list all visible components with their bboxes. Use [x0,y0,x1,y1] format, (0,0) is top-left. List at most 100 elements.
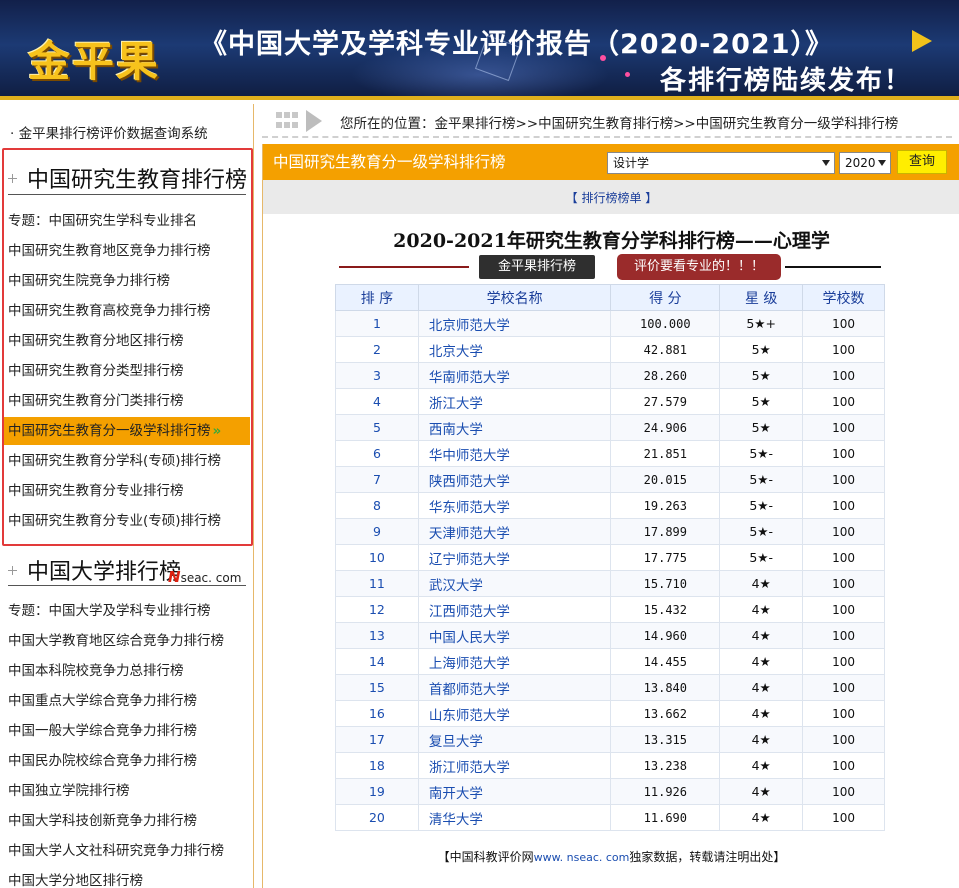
title-divider-right [785,266,881,268]
table-row: 7 陕西师范大学 20.015 5★- 100 [335,466,885,493]
banner-logo[interactable]: 金平果 [28,28,160,89]
sidebar: · 金平果排行榜评价数据查询系统 中国研究生教育排行榜 专题：中国研究生学科专业… [0,104,254,888]
jinpingguo-badge[interactable]: 金平果排行榜 [479,255,595,279]
score-cell: 21.851 [610,440,721,467]
school-link[interactable]: 华东师范大学 [417,492,612,519]
school-link[interactable]: 天津师范大学 [417,518,612,545]
score-cell: 13.662 [610,700,721,727]
ranking-list-link[interactable]: 【 排行榜榜单 】 [263,189,959,206]
star-rating: 4★ [719,570,804,597]
star-rating: 5★- [719,518,804,545]
score-cell: 14.960 [610,622,721,649]
table-row: 6 华中师范大学 21.851 5★- 100 [335,440,885,467]
sidebar-item-uni-humanities[interactable]: 中国大学人文社科研究竞争力排行榜 [4,837,250,865]
school-link[interactable]: 华中师范大学 [417,440,612,467]
sidebar-item-uni-key[interactable]: 中国重点大学综合竞争力排行榜 [4,687,250,715]
section-divider [8,194,246,195]
school-link[interactable]: 武汉大学 [417,570,612,597]
school-count-cell: 100 [802,648,885,675]
rank-cell: 18 [335,752,419,779]
school-link[interactable]: 浙江大学 [417,388,612,415]
sidebar-item-grad-first-level[interactable]: 中国研究生教育分一级学科排行榜» [4,417,250,445]
score-cell: 17.899 [610,518,721,545]
subject-select[interactable]: 设计学 [607,152,835,174]
star-rating: 5★- [719,492,804,519]
nseac-logo: Nseac. com [168,568,242,586]
sidebar-item-grad-discipline-prof[interactable]: 中国研究生教育分学科(专硕)排行榜 [4,447,250,475]
school-link[interactable]: 北京大学 [417,336,612,363]
rank-cell: 15 [335,674,419,701]
table-row: 3 华南师范大学 28.260 5★ 100 [335,362,885,389]
star-rating: 5★- [719,544,804,571]
school-link[interactable]: 西南大学 [417,414,612,441]
score-cell: 19.263 [610,492,721,519]
school-link[interactable]: 清华大学 [417,804,612,831]
rank-cell: 20 [335,804,419,831]
sidebar-item-grad-region[interactable]: 中国研究生教育地区竞争力排行榜 [4,237,250,265]
school-link[interactable]: 山东师范大学 [417,700,612,727]
university-section-title: 中国大学排行榜 [8,554,181,586]
sidebar-item-grad-by-region[interactable]: 中国研究生教育分地区排行榜 [4,327,250,355]
sidebar-item-uni-general[interactable]: 中国一般大学综合竞争力排行榜 [4,717,250,745]
plus-bullet-icon [8,565,17,575]
school-link[interactable]: 中国人民大学 [417,622,612,649]
sidebar-item-uni-undergrad[interactable]: 中国本科院校竞争力总排行榜 [4,657,250,685]
score-cell: 20.015 [610,466,721,493]
sidebar-item-grad-major[interactable]: 中国研究生教育分专业排行榜 [4,477,250,505]
sidebar-item-grad-major-prof[interactable]: 中国研究生教育分专业(专硕)排行榜 [4,507,250,535]
school-count-cell: 100 [802,492,885,519]
school-link[interactable]: 浙江师范大学 [417,752,612,779]
rank-cell: 5 [335,414,419,441]
query-button[interactable]: 查询 [897,150,947,174]
section-divider [8,585,246,586]
table-row: 12 江西师范大学 15.432 4★ 100 [335,596,885,623]
table-row: 13 中国人民大学 14.960 4★ 100 [335,622,885,649]
school-count-cell: 100 [802,570,885,597]
score-cell: 15.432 [610,596,721,623]
school-link[interactable]: 上海师范大学 [417,648,612,675]
rank-cell: 16 [335,700,419,727]
sidebar-item-grad-by-category[interactable]: 中国研究生教育分门类排行榜 [4,387,250,415]
banner-bottom-bar [0,96,959,100]
sidebar-item-uni-private[interactable]: 中国民办院校综合竞争力排行榜 [4,747,250,775]
star-rating: 5★+ [719,310,804,337]
table-header-row: 排 序 学校名称 得 分 星 级 学校数 [335,284,885,311]
sidebar-item-uni-independent[interactable]: 中国独立学院排行榜 [4,777,250,805]
star-rating: 4★ [719,596,804,623]
sidebar-item-grad-by-type[interactable]: 中国研究生教育分类型排行榜 [4,357,250,385]
score-cell: 100.000 [610,310,721,337]
rank-cell: 19 [335,778,419,805]
score-cell: 27.579 [610,388,721,415]
star-rating: 5★ [719,336,804,363]
sidebar-item-uni-by-region[interactable]: 中国大学分地区排行榜 [4,867,250,888]
rank-cell: 2 [335,336,419,363]
school-link[interactable]: 北京师范大学 [417,310,612,337]
sidebar-item-label: 中国研究生教育分一级学科排行榜 [8,423,211,439]
title-divider-left [339,266,469,268]
school-link[interactable]: 复旦大学 [417,726,612,753]
sidebar-item-uni-innovation[interactable]: 中国大学科技创新竞争力排行榜 [4,807,250,835]
school-link[interactable]: 首都师范大学 [417,674,612,701]
school-count-cell: 100 [802,440,885,467]
col-header-count: 学校数 [802,284,885,311]
nseac-link[interactable]: www. nseac. com [534,851,630,864]
year-select[interactable]: 2020 [839,152,891,174]
table-row: 14 上海师范大学 14.455 4★ 100 [335,648,885,675]
sidebar-item-uni-region[interactable]: 中国大学教育地区综合竞争力排行榜 [4,627,250,655]
sidebar-item-grad-topic[interactable]: 专题：中国研究生学科专业排名 [4,207,250,235]
school-link[interactable]: 辽宁师范大学 [417,544,612,571]
star-rating: 5★- [719,466,804,493]
breadcrumb[interactable]: 您所在的位置：金平果排行榜>>中国研究生教育排行榜>>中国研究生教育分一级学科排… [340,112,898,132]
rank-cell: 1 [335,310,419,337]
school-link[interactable]: 南开大学 [417,778,612,805]
professional-evaluation-badge[interactable]: 评价要看专业的！！！ [617,254,781,280]
table-row: 2 北京大学 42.881 5★ 100 [335,336,885,363]
sidebar-item-grad-university[interactable]: 中国研究生教育高校竞争力排行榜 [4,297,250,325]
school-link[interactable]: 江西师范大学 [417,596,612,623]
sidebar-item-grad-school[interactable]: 中国研究生院竞争力排行榜 [4,267,250,295]
query-system-link[interactable]: · 金平果排行榜评价数据查询系统 [10,122,208,142]
school-link[interactable]: 华南师范大学 [417,362,612,389]
caret-down-icon [822,160,830,166]
school-link[interactable]: 陕西师范大学 [417,466,612,493]
sidebar-item-uni-topic[interactable]: 专题：中国大学及学科专业排行榜 [4,597,250,625]
